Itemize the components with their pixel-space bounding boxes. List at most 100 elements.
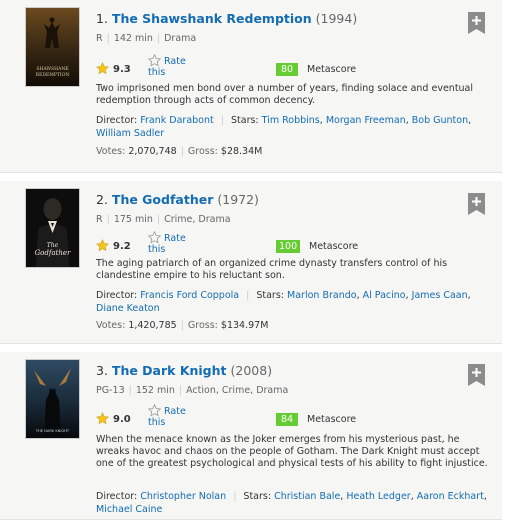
separator: | [128, 385, 132, 396]
outline-star-icon[interactable] [148, 404, 161, 417]
genre: Drama [164, 33, 197, 44]
certificate: R [96, 214, 103, 225]
rate-this-link[interactable]: Rate [164, 406, 186, 417]
lister-item: THE DARK KNIGHT 3. The Dark Knight (2008… [0, 352, 502, 520]
director-link[interactable]: Frank Darabont [140, 115, 214, 126]
star-link[interactable]: Marlon Brando [287, 290, 357, 301]
svg-text:THE DARK KNIGHT: THE DARK KNIGHT [35, 429, 70, 433]
movie-title-link[interactable]: The Dark Knight [112, 363, 227, 378]
metascore-label: Metascore [307, 64, 357, 75]
rate-this-link[interactable]: Rate [164, 56, 186, 67]
stars-label: Stars: [256, 290, 284, 301]
movie-meta: R | 142 min | Drama [96, 33, 196, 44]
movie-meta: R | 175 min | Crime, Drama [96, 214, 231, 225]
rank-number: 2. [96, 192, 108, 207]
movie-meta: PG-13 | 152 min | Action, Crime, Drama [96, 385, 288, 396]
separator: | [233, 491, 237, 502]
star-link[interactable]: Morgan Freeman [326, 115, 406, 126]
ratings-bar: 9.3 Rate this 80 Metascore [96, 54, 496, 82]
movie-description: When the menace known as the Joker emerg… [96, 434, 488, 469]
movie-year: (1994) [315, 11, 358, 26]
star-link[interactable]: William Sadler [96, 128, 164, 139]
movie-description: Two imprisoned men bond over a number of… [96, 83, 474, 106]
gross-value: $134.97M [220, 320, 269, 331]
director-link[interactable]: Christopher Nolan [140, 491, 226, 502]
lister-item: SHAWSHANK REDEMPTION 1. The Shawshank Re… [0, 0, 502, 173]
star-link[interactable]: Bob Gunton [412, 115, 468, 126]
lister-item: The Godfather 2. The Godfather (1972) R |… [0, 181, 502, 344]
separator: | [178, 385, 183, 396]
separator: | [156, 33, 161, 44]
stars-label: Stars: [243, 491, 272, 502]
outline-star-icon[interactable] [148, 54, 161, 67]
movie-title-link[interactable]: The Godfather [112, 192, 213, 207]
director-label: Director: [96, 115, 138, 126]
votes-gross: Votes: 2,070,748 | Gross: $28.34M [96, 146, 262, 157]
rate-this-link[interactable]: this [148, 417, 165, 428]
separator: | [106, 33, 110, 44]
votes-value: 1,420,785 [128, 320, 177, 331]
director-label: Director: [96, 491, 138, 502]
movie-year: (1972) [217, 192, 259, 207]
poster-image[interactable]: SHAWSHANK REDEMPTION [26, 8, 79, 86]
votes-label: Votes: [96, 320, 126, 331]
imdb-rating-value: 9.2 [113, 241, 131, 252]
star-link[interactable]: Heath Ledger [346, 491, 410, 502]
runtime: 152 min [135, 385, 175, 396]
separator: | [106, 214, 110, 225]
poster-image[interactable]: THE DARK KNIGHT [26, 360, 79, 438]
lister-list: SHAWSHANK REDEMPTION 1. The Shawshank Re… [0, 0, 514, 520]
gross-value: $28.34M [220, 146, 263, 157]
credits: Director: Christopher Nolan | Stars: Chr… [96, 491, 487, 515]
star-link[interactable]: Diane Keaton [96, 303, 160, 314]
star-link[interactable]: Al Pacino [363, 290, 406, 301]
metascore-badge: 100 [276, 240, 301, 253]
star-link[interactable]: Aaron Eckhart [417, 491, 484, 502]
star-link[interactable]: Tim Robbins [262, 115, 320, 126]
movie-description: The aging patriarch of an organized crim… [96, 258, 448, 281]
metascore-label: Metascore [309, 241, 359, 252]
votes-label: Votes: [96, 146, 126, 157]
title-header: 3. The Dark Knight (2008) [96, 363, 272, 378]
votes-gross: Votes: 1,420,785 | Gross: $134.97M [96, 320, 268, 331]
gross-label: Gross: [187, 146, 218, 157]
gold-star-icon [96, 239, 109, 252]
certificate: R [96, 33, 103, 44]
poster-image[interactable]: The Godfather [26, 189, 79, 267]
ratings-bar: 9.2 Rate this 100 Metascore [96, 231, 496, 259]
gold-star-icon [96, 62, 109, 75]
star-link[interactable]: Christian Bale [274, 491, 340, 502]
ratings-bar: 9.0 Rate this 84 Metascore [96, 404, 496, 432]
outline-star-icon[interactable] [148, 231, 161, 244]
svg-text:Godfather: Godfather [35, 249, 72, 257]
imdb-rating-value: 9.3 [113, 64, 131, 75]
rank-number: 3. [96, 363, 108, 378]
rate-this-link[interactable]: this [148, 67, 165, 78]
bookmark-plus-icon[interactable] [468, 364, 485, 386]
rate-this-link[interactable]: Rate [164, 233, 186, 244]
bookmark-plus-icon[interactable] [468, 12, 485, 34]
star-link[interactable]: James Caan [412, 290, 468, 301]
svg-text:REDEMPTION: REDEMPTION [36, 72, 70, 78]
runtime: 175 min [113, 214, 153, 225]
rank-number: 1. [96, 11, 108, 26]
rate-this-link[interactable]: this [148, 244, 165, 255]
separator: | [180, 146, 184, 157]
genre: Crime, Drama [164, 214, 231, 225]
genre: Action, Crime, Drama [186, 385, 289, 396]
director-link[interactable]: Francis Ford Coppola [140, 290, 239, 301]
gross-label: Gross: [187, 320, 218, 331]
imdb-rating-value: 9.0 [113, 414, 131, 425]
runtime: 142 min [113, 33, 153, 44]
title-header: 2. The Godfather (1972) [96, 192, 259, 207]
director-label: Director: [96, 290, 138, 301]
star-link[interactable]: Michael Caine [96, 504, 162, 515]
stars-label: Stars: [231, 115, 259, 126]
metascore-badge: 80 [276, 63, 298, 76]
bookmark-plus-icon[interactable] [468, 193, 485, 215]
separator: | [156, 214, 161, 225]
votes-value: 2,070,748 [128, 146, 177, 157]
movie-title-link[interactable]: The Shawshank Redemption [112, 11, 312, 26]
svg-text:The: The [47, 242, 59, 249]
credits: Director: Frank Darabont | Stars: Tim Ro… [96, 115, 472, 139]
